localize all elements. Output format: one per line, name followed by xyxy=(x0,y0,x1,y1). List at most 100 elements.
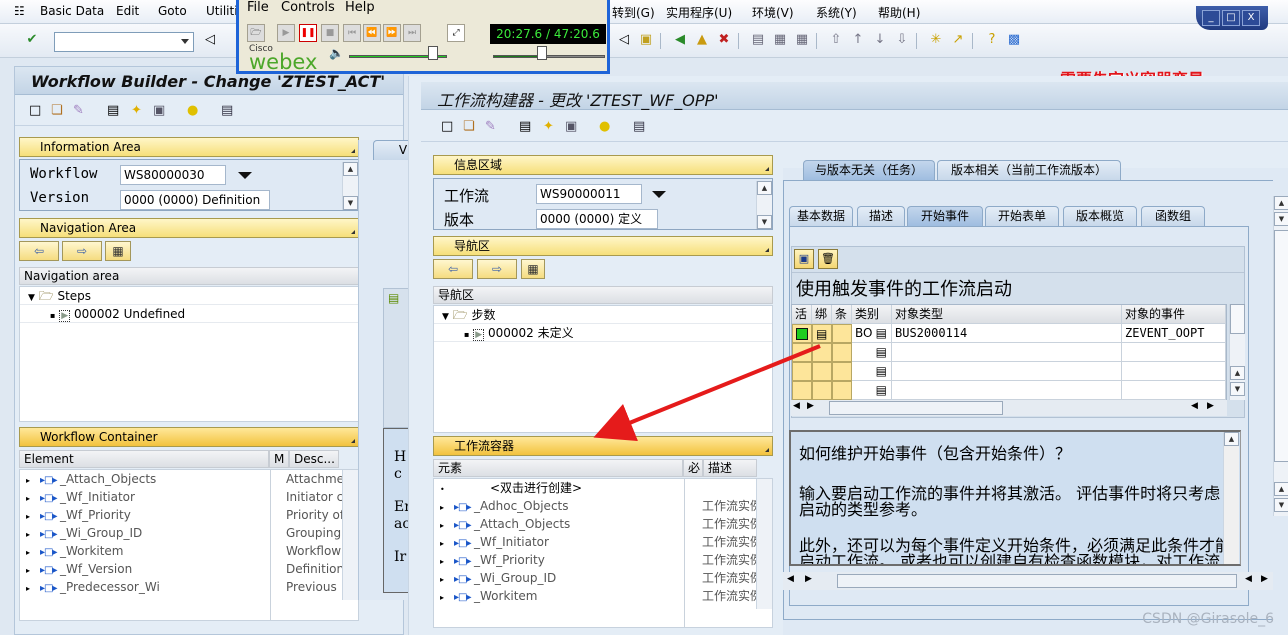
menu-basic-data[interactable]: Basic Data xyxy=(40,4,104,18)
scroll-right-icon[interactable]: ▶ xyxy=(805,574,812,584)
category-cell[interactable]: ▤ xyxy=(852,362,892,381)
overview-icon[interactable]: ▦ xyxy=(521,259,545,279)
binding-cell[interactable] xyxy=(812,362,832,381)
container-row[interactable]: ▸ ▸□▸ _Wf_Initiator 工作流实例 xyxy=(434,533,772,551)
nav-forward-button[interactable]: ⇨ xyxy=(62,241,102,261)
layout-menu-icon[interactable]: ▩ xyxy=(1006,32,1022,48)
menu-utilities[interactable]: Utiliti xyxy=(206,4,238,18)
scroll-up-icon[interactable]: ▲ xyxy=(757,181,772,195)
object-type-cell[interactable]: BUS2000114 xyxy=(892,324,1122,343)
container-col-mandatory[interactable]: M xyxy=(269,450,289,468)
scroll-left-icon[interactable]: ◀ xyxy=(1245,574,1252,584)
condition-cell[interactable] xyxy=(832,362,852,381)
tab-basic-data[interactable]: 基本数据 xyxy=(789,206,853,226)
container-col-element[interactable]: 元素 xyxy=(433,459,683,477)
command-field[interactable] xyxy=(54,32,194,52)
scrollbar-thumb[interactable] xyxy=(837,574,1237,588)
container-row[interactable]: ▸ ▸□▸ _Attach_Objects Attachme xyxy=(20,470,358,488)
scrollbar-thumb[interactable] xyxy=(1274,230,1288,462)
scroll-right-icon[interactable]: ▶ xyxy=(1261,574,1268,584)
pause-button[interactable]: ❚❚ xyxy=(299,24,317,42)
category-cell[interactable]: ▤ xyxy=(852,343,892,362)
value-help-icon[interactable]: ▤ xyxy=(876,362,887,380)
scroll-left-icon[interactable]: ◀ xyxy=(787,574,794,584)
collapse-arrow-icon[interactable]: ◁ xyxy=(202,32,218,48)
container-vscroll[interactable] xyxy=(756,479,772,609)
close-button[interactable]: X xyxy=(1242,10,1260,26)
scroll-left-icon[interactable]: ◀ xyxy=(1191,401,1198,411)
menu-help-cn[interactable]: 帮助(H) xyxy=(878,4,920,21)
scroll-right-icon[interactable]: ▶ xyxy=(807,401,814,411)
nav-forward-button[interactable]: ⇨ xyxy=(477,259,517,279)
menu-utilities-cn[interactable]: 实用程序(U) xyxy=(666,4,732,21)
expand-triangle-icon[interactable]: ▼ xyxy=(28,293,35,303)
delete-button[interactable]: 🗑 xyxy=(818,249,838,269)
container-row[interactable]: ▸ ▸□▸ _Predecessor_Wi Previous xyxy=(20,578,358,596)
fullscreen-icon[interactable]: ⤢ xyxy=(447,24,465,42)
container-col-element[interactable]: Element xyxy=(19,450,269,468)
tab-version-independent[interactable]: 与版本无关（任务） xyxy=(803,160,935,180)
container-row[interactable]: ▸ ▸□▸ _Wf_Initiator Initiator c xyxy=(20,488,358,506)
maximize-button[interactable]: □ xyxy=(1222,10,1240,26)
scroll-right-icon[interactable]: ▶ xyxy=(1207,401,1214,411)
events-grid-vscroll[interactable]: ▲ ▼ xyxy=(1229,304,1245,400)
tab-start-forms[interactable]: 开始表单 xyxy=(985,206,1059,226)
scroll-up-icon[interactable]: ▲ xyxy=(1230,366,1245,380)
expand-triangle-icon[interactable]: ▸ xyxy=(26,580,40,598)
tree-node-step[interactable]: ▪ ▶ 000002 未定义 xyxy=(434,324,772,342)
print-icon[interactable]: ▤ xyxy=(750,32,766,48)
stop-button[interactable]: ■ xyxy=(321,24,339,42)
events-col-header[interactable]: 类别 xyxy=(852,305,892,324)
container-col-description[interactable]: 描述 xyxy=(703,459,757,477)
scroll-up-icon[interactable]: ▲ xyxy=(343,162,358,176)
workflow-dropdown-icon[interactable] xyxy=(652,191,666,198)
menu-environment-cn[interactable]: 环境(V) xyxy=(752,4,794,21)
navigation-area-header[interactable]: 导航区 xyxy=(433,236,773,256)
events-col-header[interactable]: 对象的事件 xyxy=(1122,305,1226,324)
find-icon[interactable]: ▦ xyxy=(772,32,788,48)
tab-version-independent-partial[interactable]: V xyxy=(373,140,413,160)
menu-goto[interactable]: Goto xyxy=(158,4,187,18)
condition-cell[interactable] xyxy=(832,343,852,362)
container-row[interactable]: ▸ ▸□▸ _Wf_Version Definition xyxy=(20,560,358,578)
information-area-header[interactable]: 信息区域 xyxy=(433,155,773,175)
scroll-down-icon[interactable]: ▼ xyxy=(1230,382,1245,396)
chevron-down-icon[interactable] xyxy=(181,39,189,44)
volume-thumb[interactable] xyxy=(428,46,439,60)
cancel-icon[interactable]: ✖ xyxy=(716,32,732,48)
scrollbar-thumb[interactable] xyxy=(829,401,1003,415)
object-event-cell[interactable] xyxy=(1122,362,1226,381)
scroll-down-icon[interactable]: ▼ xyxy=(1274,498,1288,512)
events-col-header[interactable]: 绑 xyxy=(812,305,832,324)
information-area-header[interactable]: Information Area xyxy=(19,137,359,157)
active-toggle[interactable] xyxy=(792,381,812,400)
scroll-up-icon[interactable]: ▲ xyxy=(1224,432,1239,446)
monitor-icon[interactable]: ▣ xyxy=(153,104,165,118)
sparkle-icon[interactable]: ✦ xyxy=(131,104,142,118)
help-icon[interactable]: ? xyxy=(984,32,1000,48)
active-toggle[interactable] xyxy=(792,343,812,362)
help-hscroll[interactable]: ◀ ▶ ◀ ▶ xyxy=(783,572,1273,590)
webex-menu-file[interactable]: File xyxy=(247,0,269,15)
version-select[interactable]: 0000 (0000) Definition xyxy=(120,190,270,210)
info-scrollbar[interactable]: ▲ ▼ xyxy=(342,162,358,210)
object-type-cell[interactable] xyxy=(892,381,1122,400)
scrollbar-thumb[interactable] xyxy=(1230,304,1245,334)
object-event-cell[interactable]: ZEVENT_OOPT xyxy=(1122,324,1226,343)
list-view-icon[interactable]: ▤ xyxy=(221,104,233,118)
scroll-down-icon[interactable]: ▼ xyxy=(1274,212,1288,226)
back-icon[interactable]: ◀ xyxy=(672,32,688,48)
new-document-icon[interactable]: □ xyxy=(441,120,453,134)
tab-start-events[interactable]: 开始事件 xyxy=(907,206,983,226)
previous-page-icon[interactable]: ↑ xyxy=(850,32,866,48)
version-select[interactable]: 0000 (0000) 定义 xyxy=(536,209,658,229)
container-row[interactable]: ▸ ▸□▸ _Workitem Workflow xyxy=(20,542,358,560)
container-row[interactable]: ▸ ▸□▸ _Wf_Priority Priority of xyxy=(20,506,358,524)
position-slider[interactable] xyxy=(493,46,605,60)
skip-start-button[interactable]: ⏮ xyxy=(343,24,361,42)
fast-forward-button[interactable]: ⏩ xyxy=(383,24,401,42)
container-row[interactable]: ▸ ▸□▸ _Attach_Objects 工作流实例 xyxy=(434,515,772,533)
save-icon[interactable]: ▣ xyxy=(638,32,654,48)
value-help-icon[interactable]: ▤ xyxy=(876,324,887,342)
scroll-down-icon[interactable]: ▼ xyxy=(343,196,358,210)
